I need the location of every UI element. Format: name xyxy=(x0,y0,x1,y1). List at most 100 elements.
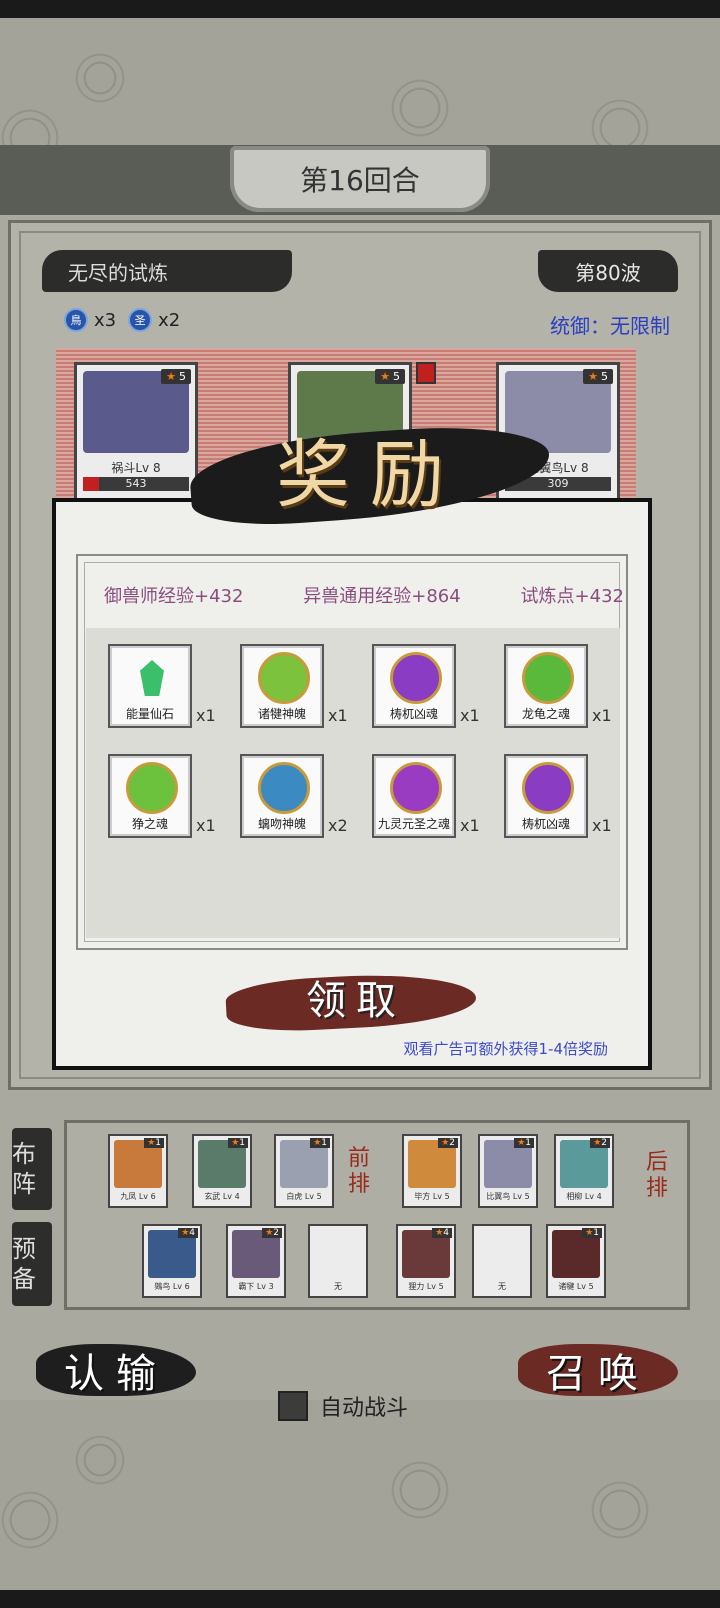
claim-button[interactable]: 领取 xyxy=(224,968,478,1035)
auto-battle-checkbox[interactable] xyxy=(278,1391,308,1421)
star-count: 1 xyxy=(239,1138,245,1148)
round-label: 第16回合 xyxy=(300,164,420,197)
item-name: 狰之魂 xyxy=(131,817,168,831)
item-name: 梼杌凶魂 xyxy=(521,817,570,831)
reserve-slot[interactable]: ★1 诸犍 Lv 5 xyxy=(546,1224,606,1298)
front-row-label: 前排 xyxy=(347,1146,370,1197)
exp-rewards: 御兽师经验+432 异兽通用经验+864 试炼点+432 xyxy=(104,582,624,608)
auto-battle-label: 自动战斗 xyxy=(320,1396,409,1421)
wave-label: 第80波 xyxy=(575,260,641,285)
item-qty: x1 xyxy=(196,816,216,835)
reward-item[interactable]: 能量仙石 xyxy=(108,644,192,728)
item-name: 螭吻神魄 xyxy=(257,817,306,831)
star-count: 5 xyxy=(179,370,186,383)
team-slot[interactable]: ★2 相柳 Lv 4 xyxy=(554,1134,614,1208)
reserve-slot-empty[interactable]: 无 xyxy=(472,1224,532,1298)
star-count: 2 xyxy=(601,1138,607,1148)
beast-name: 九凤 Lv 6 xyxy=(120,1192,156,1201)
star-icon: ★ xyxy=(588,370,598,383)
star-icon: ★ xyxy=(380,370,390,383)
star-badge: ★4 xyxy=(432,1228,452,1238)
star-count: 2 xyxy=(449,1138,455,1148)
holy-element-icon: 圣 xyxy=(128,308,153,332)
item-qty: x1 xyxy=(328,706,348,725)
star-count: 1 xyxy=(525,1138,531,1148)
star-count: 5 xyxy=(393,370,400,383)
team-slot[interactable]: ★1 玄武 Lv 4 xyxy=(192,1134,252,1208)
star-count: 4 xyxy=(189,1228,195,1238)
star-badge: ★1 xyxy=(228,1138,248,1148)
trial-points: 试炼点+432 xyxy=(520,586,624,607)
soul-orb-icon xyxy=(390,762,442,814)
reward-item[interactable]: 九灵元圣之魂 xyxy=(372,754,456,838)
item-name: 梼杌凶魂 xyxy=(389,707,438,721)
item-qty: x1 xyxy=(592,706,612,725)
tab-deploy[interactable]: 布阵 xyxy=(12,1128,52,1210)
element-bonus-bird: 鳥 x3 xyxy=(64,308,116,332)
element-bonus-holy: 圣 x2 xyxy=(128,308,180,332)
star-count: 1 xyxy=(155,1138,161,1148)
team-slot[interactable]: ★1 九凤 Lv 6 xyxy=(108,1134,168,1208)
hp-bar: 543 xyxy=(83,477,189,491)
item-name: 能量仙石 xyxy=(125,707,174,721)
item-name: 诸犍神魄 xyxy=(257,707,306,721)
beast-name: 相柳 Lv 4 xyxy=(566,1192,602,1201)
reserve-slot-empty[interactable]: 无 xyxy=(308,1224,368,1298)
team-slot[interactable]: ★2 毕方 Lv 5 xyxy=(402,1134,462,1208)
star-count: 5 xyxy=(601,370,608,383)
star-badge: ★ 5 xyxy=(375,369,405,384)
reward-item[interactable]: 梼杌凶魂 xyxy=(504,754,588,838)
item-name: 九灵元圣之魂 xyxy=(377,817,450,831)
reward-item[interactable]: 龙龟之魂 xyxy=(504,644,588,728)
soul-orb-icon xyxy=(522,762,574,814)
ad-bonus-link[interactable]: 观看广告可额外获得1-4倍奖励 xyxy=(403,1038,608,1059)
item-qty: x1 xyxy=(460,816,480,835)
team-slot[interactable]: ★1 比翼鸟 Lv 5 xyxy=(478,1134,538,1208)
tab-reserve[interactable]: 预备 xyxy=(12,1222,52,1306)
beast-name: 白虎 Lv 5 xyxy=(286,1192,322,1201)
enemy-card[interactable]: ★ 5 祸斗Lv 8 543 xyxy=(74,362,198,502)
summon-label: 召唤 xyxy=(546,1351,650,1397)
reward-dialog: 御兽师经验+432 异兽通用经验+864 试炼点+432 能量仙石 x1 诸犍神… xyxy=(52,498,652,1070)
auto-battle-toggle[interactable]: 自动战斗 xyxy=(278,1390,408,1422)
round-plaque: 第16回合 xyxy=(230,146,490,212)
command-limit: 统御：无限制 xyxy=(550,314,670,338)
reserve-slot[interactable]: ★4 狸力 Lv 5 xyxy=(396,1224,456,1298)
element-count: x2 xyxy=(158,309,181,331)
team-slot[interactable]: ★1 白虎 Lv 5 xyxy=(274,1134,334,1208)
star-count: 2 xyxy=(273,1228,279,1238)
star-count: 4 xyxy=(443,1228,449,1238)
reward-title-text: 奖励 xyxy=(276,431,464,518)
reserve-slot[interactable]: ★4 鵕鸟 Lv 6 xyxy=(142,1224,202,1298)
reward-item[interactable]: 狰之魂 xyxy=(108,754,192,838)
item-qty: x1 xyxy=(196,706,216,725)
mode-banner: 无尽的试炼 xyxy=(42,250,292,292)
empty-label: 无 xyxy=(334,1282,342,1291)
hp-text: 309 xyxy=(547,477,569,490)
reward-item[interactable]: 梼杌凶魂 xyxy=(372,644,456,728)
star-badge: ★2 xyxy=(590,1138,610,1148)
star-badge: ★4 xyxy=(178,1228,198,1238)
beast-name: 鵕鸟 Lv 6 xyxy=(154,1282,190,1291)
star-badge: ★ 5 xyxy=(161,369,191,384)
item-name: 龙龟之魂 xyxy=(521,707,570,721)
element-bonus-row: 鳥 x3 圣 x2 xyxy=(64,308,180,332)
reserve-slot[interactable]: ★2 霸下 Lv 3 xyxy=(226,1224,286,1298)
reward-title: 奖励 xyxy=(187,408,553,531)
tamer-exp: 御兽师经验+432 xyxy=(104,586,244,607)
beast-name: 诸犍 Lv 5 xyxy=(558,1282,594,1291)
wave-banner: 第80波 xyxy=(538,250,678,292)
summon-button[interactable]: 召唤 xyxy=(518,1338,678,1402)
decor-bottom xyxy=(0,1400,720,1590)
surrender-label: 认输 xyxy=(64,1351,168,1397)
energy-stone-icon xyxy=(140,660,164,696)
reward-item[interactable]: 螭吻神魄 xyxy=(240,754,324,838)
reward-item[interactable]: 诸犍神魄 xyxy=(240,644,324,728)
surrender-button[interactable]: 认输 xyxy=(36,1338,196,1402)
star-count: 1 xyxy=(593,1228,599,1238)
element-count: x3 xyxy=(94,309,117,331)
back-row-label: 后排 xyxy=(645,1150,668,1201)
empty-label: 无 xyxy=(498,1282,506,1291)
star-count: 1 xyxy=(321,1138,327,1148)
beast-name: 比翼鸟 Lv 5 xyxy=(486,1192,530,1201)
